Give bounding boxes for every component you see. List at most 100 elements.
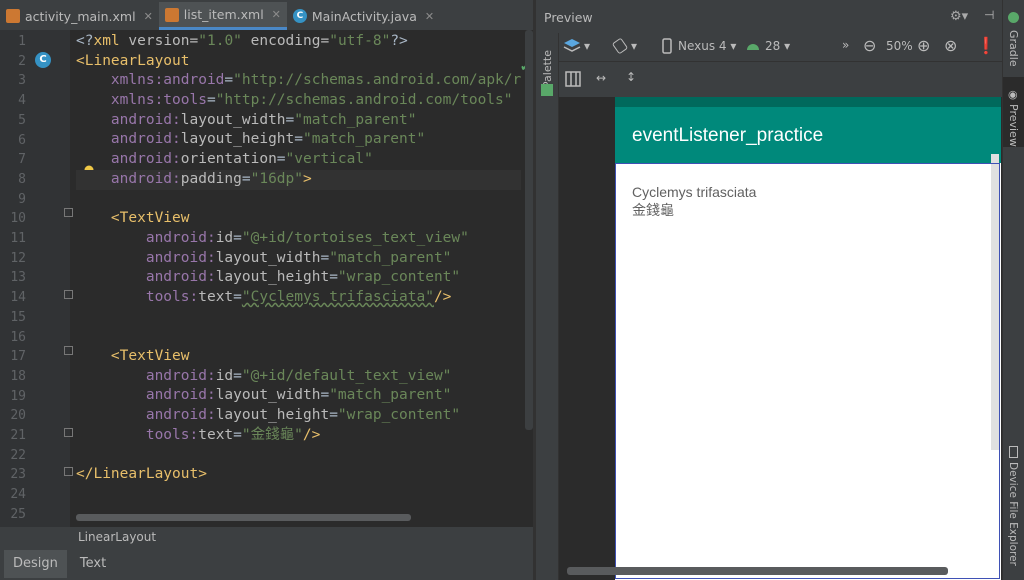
line-number: 10 <box>10 211 26 227</box>
code-token: > <box>303 170 312 187</box>
zoom-out-icon[interactable]: ⊖ <box>863 36 876 55</box>
tab-list-item[interactable]: list_item.xml ✕ <box>158 2 287 30</box>
api-selector[interactable]: 28 ▾ <box>765 39 790 53</box>
right-tool-strip: Gradle ◉ Preview Device File Explorer <box>1002 0 1024 580</box>
close-icon[interactable]: ✕ <box>272 8 281 21</box>
code-line[interactable]: android:padding="16dp"> <box>76 169 522 190</box>
code-line[interactable]: android:layout_height="wrap_content" <box>76 268 521 288</box>
preview-horizontal-scrollbar[interactable] <box>567 567 948 575</box>
code-line[interactable]: </LinearLayout> <box>76 465 521 485</box>
code-token: id <box>215 367 234 384</box>
preview-tab[interactable]: Preview <box>1007 104 1020 147</box>
class-marker-icon[interactable]: C <box>35 52 51 68</box>
close-icon[interactable]: ✕ <box>144 10 153 23</box>
tortoises-text-view[interactable]: Cyclemys trifasciata <box>632 183 756 201</box>
code-area[interactable]: <?xml version="1.0" encoding="utf-8"?> <L… <box>76 32 522 524</box>
gear-icon[interactable]: ⚙▾ <box>950 9 968 24</box>
code-line[interactable]: tools:text="Cyclemys trifasciata"/> <box>76 288 521 308</box>
code-token: = <box>294 131 303 148</box>
code-line[interactable]: xmlns:android="http://schemas.android.co… <box>76 71 521 91</box>
fold-icon[interactable] <box>64 467 73 476</box>
zoom-fit-icon[interactable]: ⊗ <box>944 36 957 55</box>
line-number: 5 <box>18 112 26 128</box>
gradle-icon[interactable] <box>1008 12 1019 23</box>
layers-icon[interactable] <box>563 38 581 54</box>
device-icon[interactable] <box>662 38 672 54</box>
code-line[interactable]: <TextView <box>76 209 521 229</box>
tab-text[interactable]: Text <box>71 550 115 578</box>
code-token: = <box>206 92 216 109</box>
editor-vertical-scrollbar[interactable] <box>525 30 533 430</box>
code-line[interactable]: android:layout_height="wrap_content" <box>76 406 521 426</box>
line-number: 22 <box>10 447 26 463</box>
code-line[interactable]: <LinearLayout <box>76 52 521 72</box>
layout-icon[interactable] <box>565 71 581 87</box>
editor-horizontal-scrollbar[interactable] <box>76 514 411 521</box>
breadcrumb[interactable]: LinearLayout <box>0 527 533 547</box>
rotate-icon[interactable] <box>612 38 628 54</box>
code-token: xmlns:android <box>110 72 225 89</box>
code-token: text <box>198 426 234 443</box>
default-text-view[interactable]: 金錢龜 <box>632 201 756 219</box>
device-preview[interactable]: eventListener_practice Cyclemys trifasci… <box>615 97 1001 580</box>
fold-icon[interactable] <box>64 346 73 355</box>
code-line[interactable] <box>76 327 521 347</box>
chevron-down-icon: ▾ <box>584 39 591 53</box>
code-line[interactable]: android:layout_width="match_parent" <box>76 111 521 131</box>
code-token: "@+id/default_text_view" <box>241 367 452 384</box>
code-line[interactable]: xmlns:tools="http://schemas.android.com/… <box>76 91 521 111</box>
code-line[interactable]: android:layout_width="match_parent" <box>76 249 521 269</box>
code-token: = <box>233 426 242 443</box>
more-icon[interactable]: » <box>842 38 849 52</box>
line-number: 2 <box>18 53 26 69</box>
tab-main-activity[interactable]: C MainActivity.java ✕ <box>287 2 440 30</box>
code-token: = <box>329 407 338 424</box>
close-icon[interactable]: ✕ <box>425 10 434 23</box>
fold-icon[interactable] <box>64 428 73 437</box>
minimize-icon[interactable]: ⊣ <box>984 8 994 22</box>
code-line[interactable] <box>76 485 521 505</box>
code-token: android: <box>110 170 181 187</box>
device-file-explorer-tab[interactable]: Device File Explorer <box>1007 462 1019 566</box>
fold-icon[interactable] <box>64 290 73 299</box>
warning-icon[interactable]: ❗ <box>976 36 996 55</box>
device-selector[interactable]: Nexus 4 ▾ <box>678 39 736 53</box>
code-line[interactable]: tools:text="金錢龜"/> <box>76 426 521 446</box>
palette-tab[interactable]: Palette <box>541 50 554 88</box>
code-token: tools: <box>145 426 199 443</box>
line-number: 1 <box>18 34 26 49</box>
code-line[interactable]: android:orientation="vertical" <box>76 150 521 170</box>
code-line[interactable]: android:layout_width="match_parent" <box>76 386 521 406</box>
code-line[interactable]: android:id="@+id/default_text_view" <box>76 367 521 387</box>
line-number: 4 <box>18 93 26 109</box>
line-number: 3 <box>18 73 26 89</box>
code-token: text <box>198 288 234 305</box>
code-token: android: <box>145 407 216 424</box>
code-token: <TextView <box>110 348 190 364</box>
app-bar: eventListener_practice <box>615 107 1001 163</box>
fold-icon[interactable] <box>64 208 73 217</box>
code-line[interactable]: <?xml version="1.0" encoding="utf-8"?> <box>76 32 521 52</box>
code-token: "金錢龜" <box>241 426 303 443</box>
code-token: xml <box>93 33 120 49</box>
component-tree-icon[interactable] <box>541 84 553 96</box>
code-line[interactable] <box>76 308 521 328</box>
code-line[interactable] <box>76 190 521 210</box>
resize-horizontal-icon[interactable]: ↔ <box>596 71 606 85</box>
code-line[interactable] <box>76 445 521 465</box>
code-line[interactable]: <TextView <box>76 347 521 367</box>
gradle-tab[interactable]: Gradle <box>1007 30 1020 67</box>
resize-vertical-icon[interactable]: ↕ <box>626 70 636 84</box>
code-token: = <box>241 170 251 187</box>
zoom-in-icon[interactable]: ⊕ <box>917 36 930 55</box>
code-line[interactable]: android:id="@+id/tortoises_text_view" <box>76 229 521 249</box>
code-line[interactable]: android:layout_height="match_parent" <box>76 130 521 150</box>
tab-design[interactable]: Design <box>4 549 67 578</box>
code-token: "utf-8" <box>329 33 391 49</box>
editor-tab-bar: activity_main.xml ✕ list_item.xml ✕ C Ma… <box>0 0 533 31</box>
code-editor[interactable]: 1 2 3 4 5 6 7 8 9 10 11 12 13 14 15 16 17 18 19 20 21 22 23 24 2… <box>0 30 533 527</box>
tab-activity-main[interactable]: activity_main.xml ✕ <box>0 2 159 30</box>
line-number: 14 <box>10 290 26 306</box>
